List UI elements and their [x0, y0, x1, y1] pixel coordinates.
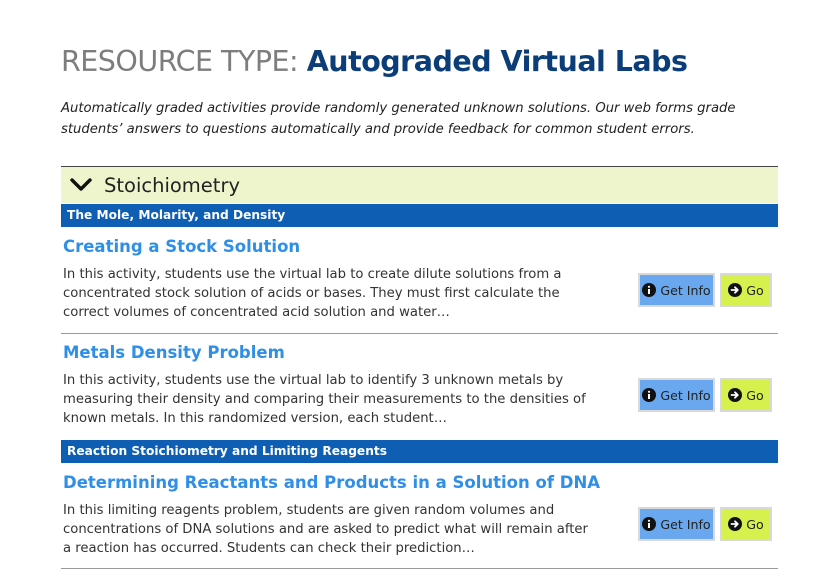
item-divider [61, 568, 778, 569]
intro-text: Automatically graded activities provide … [61, 101, 736, 137]
go-button[interactable]: Go [720, 378, 772, 412]
get-info-label: Get Info [660, 387, 711, 403]
get-info-button[interactable]: Get Info [638, 378, 715, 412]
item-description: In this activity, students use the virtu… [63, 373, 586, 426]
arrow-right-circle-icon [728, 388, 743, 402]
go-button[interactable]: Go [720, 507, 772, 541]
item-title-link[interactable]: Determining Reactants and Products in a … [63, 472, 600, 494]
item-title-link[interactable]: Creating a Stock Solution [63, 236, 300, 258]
go-button[interactable]: Go [720, 273, 772, 307]
chevron-down-icon [70, 178, 92, 191]
category-bar-reaction-stoichiometry: Reaction Stoichiometry and Limiting Reag… [61, 440, 778, 463]
get-info-label: Get Info [660, 516, 711, 532]
item-title-link[interactable]: Metals Density Problem [63, 342, 285, 364]
go-label: Go [746, 387, 764, 403]
get-info-button[interactable]: Get Info [638, 507, 715, 541]
info-icon [642, 283, 657, 297]
title-main: Autograded Virtual Labs [306, 45, 688, 78]
title-prefix: RESOURCE TYPE: [61, 45, 299, 78]
accordion-stoichiometry[interactable]: Stoichiometry [61, 166, 778, 203]
go-label: Go [746, 282, 764, 298]
item-divider [61, 333, 778, 334]
arrow-right-circle-icon [728, 283, 743, 297]
arrow-right-circle-icon [728, 517, 743, 531]
info-icon [642, 388, 657, 402]
accordion-label: Stoichiometry [104, 173, 240, 197]
get-info-label: Get Info [660, 282, 711, 298]
category-bar-mole-molarity-density: The Mole, Molarity, and Density [61, 204, 778, 227]
info-icon [642, 517, 657, 531]
get-info-button[interactable]: Get Info [638, 273, 715, 307]
page-title: RESOURCE TYPE: Autograded Virtual Labs [61, 42, 688, 82]
item-description: In this limiting reagents problem, stude… [63, 503, 588, 556]
go-label: Go [746, 516, 764, 532]
item-description: In this activity, students use the virtu… [63, 267, 562, 320]
